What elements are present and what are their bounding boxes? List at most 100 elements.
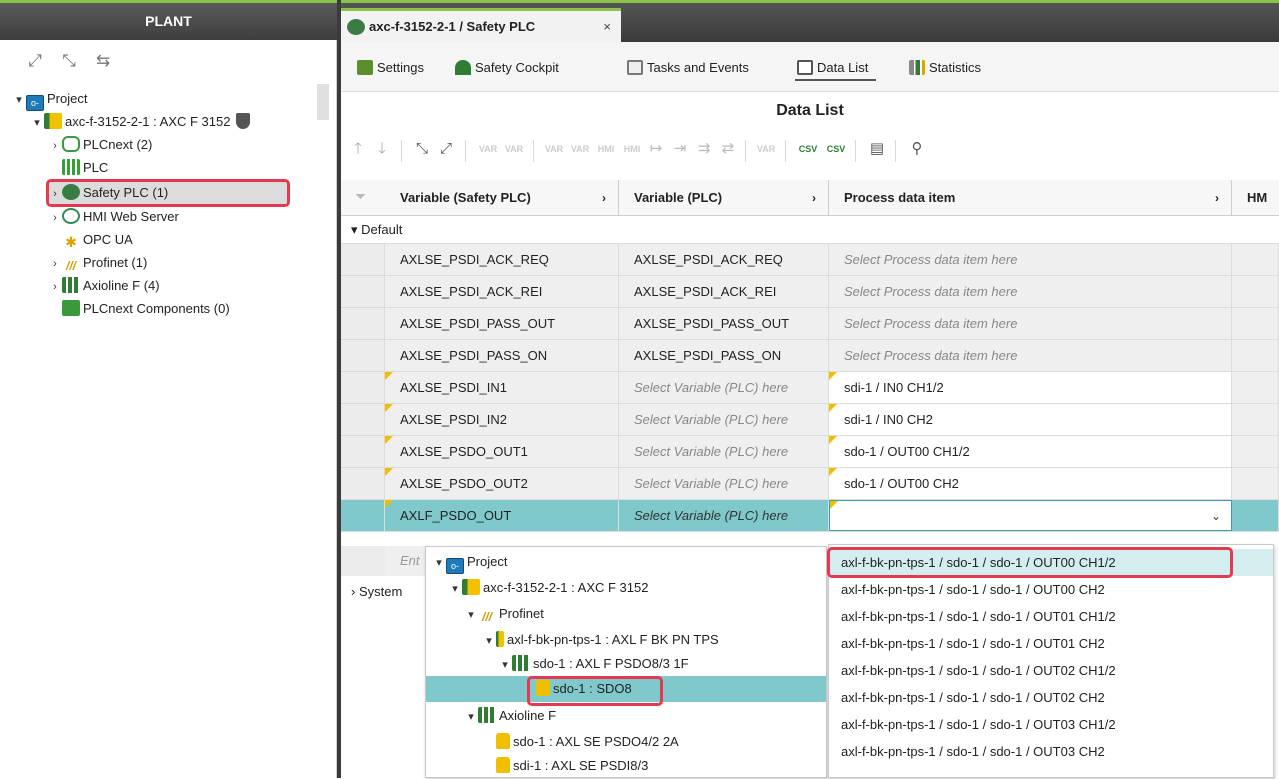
table-row-selected[interactable]: AXLF_PSDO_OUT Select Variable (PLC) here… — [341, 500, 1279, 532]
chevron-right-icon[interactable]: › — [351, 584, 359, 599]
cell-process-data-item[interactable]: sdi-1 / IN0 CH1/2 — [829, 372, 1232, 403]
connect-icon[interactable]: ↦ — [647, 138, 665, 160]
tab-settings[interactable]: Settings — [355, 55, 432, 81]
popup-tree-item-psdo[interactable]: sdo-1 : AXL SE PSDO4/2 2A — [496, 729, 679, 755]
auto-connect-icon[interactable]: ⇉ — [695, 138, 713, 160]
delete-variable-icon[interactable]: VAR — [569, 138, 591, 160]
popup-tree-item-sdo-module[interactable]: ▾ sdo-1 : AXL F PSDO8/3 1F — [498, 651, 689, 677]
tree-item-opc-ua[interactable]: ✱ OPC UA — [62, 229, 133, 251]
csv-export-icon[interactable]: CSV — [797, 138, 819, 160]
chevron-right-icon[interactable]: › — [48, 253, 62, 275]
popup-tree-item-psdi[interactable]: sdi-1 : AXL SE PSDI8/3 — [496, 753, 648, 779]
cell-process-data-item[interactable]: sdo-1 / OUT00 CH1/2 — [829, 436, 1232, 467]
cell-safety-variable[interactable]: AXLSE_PSDO_OUT1 — [385, 436, 619, 467]
chevron-down-icon[interactable]: ▾ — [12, 89, 26, 111]
cell-process-data-item[interactable]: Select Process data item here — [829, 244, 1232, 275]
group-header-default[interactable]: ▾ Default — [341, 216, 1279, 244]
chevron-down-icon[interactable]: ▾ — [432, 550, 446, 576]
tree-item-plcnext-components[interactable]: PLCnext Components (0) — [62, 298, 230, 320]
cell-safety-variable[interactable]: AXLSE_PSDI_ACK_REQ — [385, 244, 619, 275]
edit-variable-icon[interactable]: VAR — [543, 138, 565, 160]
cell-safety-variable[interactable]: AXLSE_PSDO_OUT2 — [385, 468, 619, 499]
collapse-all-icon[interactable]: ⤡ — [413, 138, 431, 160]
cell-process-data-item[interactable]: Select Process data item here — [829, 276, 1232, 307]
tab-tasks-and-events[interactable]: Tasks and Events — [625, 55, 757, 81]
list-item[interactable]: axl-f-bk-pn-tps-1 / sdo-1 / sdo-1 / OUT0… — [829, 603, 1273, 630]
table-row[interactable]: AXLSE_PSDI_IN2 Select Variable (PLC) her… — [341, 404, 1279, 436]
cell-plc-variable[interactable]: Select Variable (PLC) here — [619, 404, 829, 435]
remove-variables-icon[interactable]: VAR — [755, 138, 777, 160]
table-row[interactable]: AXLSE_PSDI_ACK_REI AXLSE_PSDI_ACK_REI Se… — [341, 276, 1279, 308]
process-data-combobox[interactable]: ⌄ — [829, 500, 1232, 531]
chevron-down-icon[interactable]: ⌄ — [1211, 501, 1221, 530]
cell-process-data-item[interactable]: Select Process data item here — [829, 340, 1232, 371]
table-row[interactable]: AXLSE_PSDO_OUT2 Select Variable (PLC) he… — [341, 468, 1279, 500]
cell-safety-variable[interactable]: AXLF_PSDO_OUT — [385, 500, 619, 531]
popup-tree-item-controller[interactable]: ▾ axc-f-3152-2-1 : AXC F 3152 — [448, 575, 648, 601]
add-variable-icon[interactable]: VAR — [477, 138, 499, 160]
tree-item-project[interactable]: ▾ o- Project — [12, 88, 87, 111]
chevron-right-icon[interactable]: › — [602, 180, 606, 216]
cell-safety-variable[interactable]: AXLSE_PSDI_PASS_OUT — [385, 308, 619, 339]
cell-safety-variable[interactable]: AXLSE_PSDI_IN1 — [385, 372, 619, 403]
chevron-down-icon[interactable]: ▾ — [351, 222, 361, 237]
cell-plc-variable[interactable]: AXLSE_PSDI_ACK_REQ — [619, 244, 829, 275]
swap-icon[interactable]: ⇄ — [719, 138, 737, 160]
list-item[interactable]: axl-f-bk-pn-tps-1 / sdo-1 / sdo-1 / OUT0… — [829, 738, 1273, 765]
list-item[interactable]: axl-f-bk-pn-tps-1 / sdo-1 / sdo-1 / OUT0… — [829, 684, 1273, 711]
list-item[interactable]: axl-f-bk-pn-tps-1 / sdo-1 / sdo-1 / OUT0… — [829, 711, 1273, 738]
delete-hmi-icon[interactable]: HMI — [621, 138, 643, 160]
table-row[interactable]: AXLSE_PSDI_PASS_ON AXLSE_PSDI_PASS_ON Se… — [341, 340, 1279, 372]
tab-statistics[interactable]: Statistics — [907, 55, 989, 81]
collapse-all-icon[interactable]: ⤡ — [58, 52, 80, 70]
document-tab[interactable]: axc-f-3152-2-1 / Safety PLC × — [341, 8, 621, 45]
tree-item-axioline[interactable]: › Axioline F (4) — [48, 275, 160, 297]
cell-safety-variable[interactable]: AXLSE_PSDI_ACK_REI — [385, 276, 619, 307]
tree-item-controller[interactable]: ▾ axc-f-3152-2-1 : AXC F 3152 — [30, 111, 251, 134]
arrow-down-icon[interactable]: 🡓 — [373, 138, 391, 160]
columns-icon[interactable]: ▤ — [867, 138, 887, 160]
group-header-system[interactable]: › System — [341, 578, 431, 606]
table-row[interactable]: AXLSE_PSDI_IN1 Select Variable (PLC) her… — [341, 372, 1279, 404]
cell-process-data-item[interactable]: sdi-1 / IN0 CH2 — [829, 404, 1232, 435]
tree-item-plc[interactable]: PLC — [62, 157, 108, 179]
column-hmi[interactable]: HM — [1232, 180, 1279, 216]
table-row[interactable]: AXLSE_PSDI_ACK_REQ AXLSE_PSDI_ACK_REQ Se… — [341, 244, 1279, 276]
expand-all-icon[interactable]: ⤢ — [24, 52, 46, 70]
cell-plc-variable[interactable]: Select Variable (PLC) here — [619, 468, 829, 499]
arrow-up-icon[interactable]: 🡑 — [349, 138, 367, 160]
popup-tree-item-bus-coupler[interactable]: ▾ axl-f-bk-pn-tps-1 : AXL F BK PN TPS — [482, 627, 719, 653]
sync-arrows-icon[interactable]: ⇆ — [92, 52, 114, 70]
disconnect-icon[interactable]: ⇥ — [671, 138, 689, 160]
tree-item-hmi-web-server[interactable]: › HMI Web Server — [48, 206, 179, 228]
search-icon[interactable]: ⚲ — [907, 138, 927, 160]
cell-safety-variable[interactable]: AXLSE_PSDI_IN2 — [385, 404, 619, 435]
column-variable-plc[interactable]: Variable (PLC) › — [619, 180, 829, 216]
list-item[interactable]: axl-f-bk-pn-tps-1 / sdo-1 / sdo-1 / OUT0… — [829, 657, 1273, 684]
chevron-down-icon[interactable]: ▾ — [482, 628, 496, 654]
column-process-data-item[interactable]: Process data item › — [829, 180, 1232, 216]
cell-plc-variable[interactable]: Select Variable (PLC) here — [619, 500, 829, 531]
chevron-down-icon[interactable]: ▾ — [30, 112, 44, 134]
cell-plc-variable[interactable]: AXLSE_PSDI_PASS_OUT — [619, 308, 829, 339]
cell-plc-variable[interactable]: AXLSE_PSDI_ACK_REI — [619, 276, 829, 307]
list-item[interactable]: axl-f-bk-pn-tps-1 / sdo-1 / sdo-1 / OUT0… — [829, 630, 1273, 657]
list-item[interactable]: axl-f-bk-pn-tps-1 / sdo-1 / sdo-1 / OUT0… — [829, 576, 1273, 603]
csv-import-icon[interactable]: CSV — [825, 138, 847, 160]
table-row[interactable]: AXLSE_PSDI_PASS_OUT AXLSE_PSDI_PASS_OUT … — [341, 308, 1279, 340]
tree-item-profinet[interactable]: ›///Profinet (1) — [48, 252, 147, 274]
tab-data-list[interactable]: Data List — [795, 55, 877, 81]
edit-hmi-icon[interactable]: HMI — [595, 138, 617, 160]
plant-toolbar-scroll[interactable] — [317, 84, 329, 120]
filter-icon[interactable]: ⏷ — [355, 188, 366, 205]
cell-safety-variable[interactable]: AXLSE_PSDI_PASS_ON — [385, 340, 619, 371]
cell-plc-variable[interactable]: Select Variable (PLC) here — [619, 436, 829, 467]
expand-all-icon[interactable]: ⤢ — [437, 138, 455, 160]
column-variable-safety-plc[interactable]: Variable (Safety PLC) › — [385, 180, 619, 216]
close-icon[interactable]: × — [603, 11, 611, 43]
popup-tree-item-profinet[interactable]: ▾///Profinet — [464, 601, 544, 627]
chevron-down-icon[interactable]: ▾ — [464, 602, 478, 628]
cell-plc-variable[interactable]: AXLSE_PSDI_PASS_ON — [619, 340, 829, 371]
chevron-right-icon[interactable]: › — [48, 207, 62, 229]
add-variables-icon[interactable]: VAR — [503, 138, 525, 160]
